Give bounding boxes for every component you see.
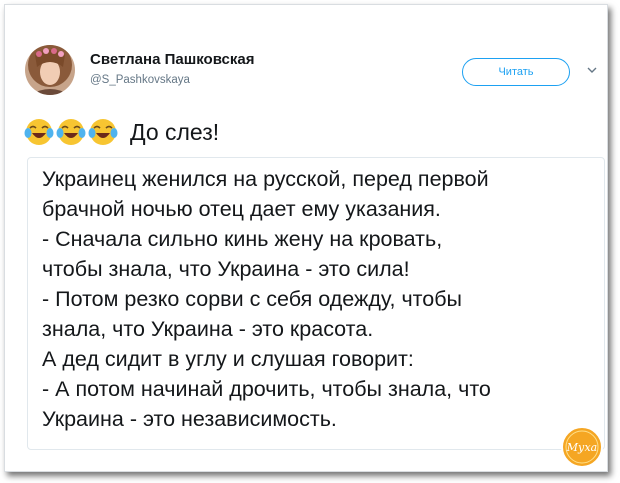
follow-button[interactable]: Читать: [462, 58, 570, 86]
joy-emoji-icon: [24, 119, 54, 145]
quote-line: - А потом начинай дрочить, чтобы знала, …: [42, 377, 491, 401]
quote-line: - Потом резко сорви с себя одежду, чтобы: [42, 287, 462, 311]
tweet-card: Светлана Пашковская @S_Pashkovskaya Чита…: [4, 4, 608, 472]
quote-line: - Сначала сильно кинь жену на кровать,: [42, 227, 443, 251]
joy-emoji-icon: [88, 119, 118, 145]
quote-line: чтобы знала, что Украина - это сила!: [42, 257, 410, 281]
author-name[interactable]: Светлана Пашковская: [90, 51, 254, 68]
tweet-text: До слез!: [130, 118, 220, 145]
quote-line: Украинец женился на русской, перед перво…: [42, 167, 489, 191]
svg-text:Муха: Муха: [566, 441, 597, 454]
avatar[interactable]: [25, 45, 75, 95]
quote-line: брачной ночью отец дает ему указания.: [42, 197, 441, 221]
quote-line: знала, что Украина - это красота.: [42, 317, 374, 341]
quote-line: А дед сидит в углу и слушая говорит:: [42, 347, 414, 371]
quote-line: Украина - это независимость.: [42, 407, 337, 431]
avatar-image: [25, 45, 75, 95]
chevron-down-icon[interactable]: [585, 63, 599, 77]
tweet-text-row: До слез!: [24, 115, 219, 149]
author-handle[interactable]: @S_Pashkovskaya: [90, 74, 190, 86]
watermark-logo-icon: Муха: [561, 426, 603, 468]
joy-emoji-icon: [56, 119, 86, 145]
quoted-text-box: Украинец женился на русской, перед перво…: [27, 157, 605, 450]
